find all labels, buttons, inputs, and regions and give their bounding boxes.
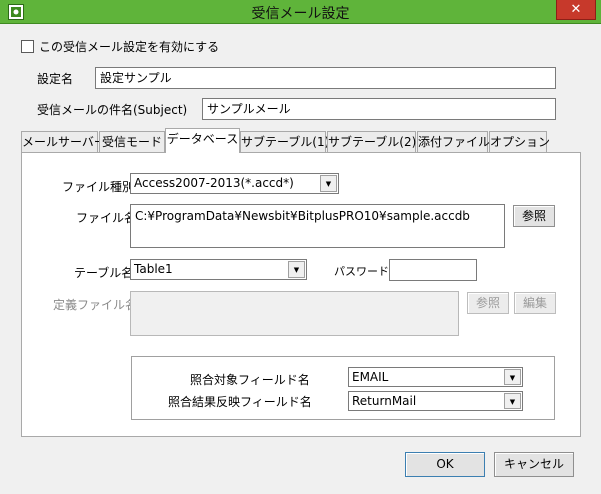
file-type-label: ファイル種別: [62, 180, 135, 194]
enable-checkbox-label[interactable]: この受信メール設定を有効にする: [39, 38, 219, 55]
chevron-down-icon[interactable]: ▼: [504, 369, 521, 385]
match-field-select[interactable]: EMAIL ▼: [348, 367, 523, 387]
result-field-label: 照合結果反映フィールド名: [168, 395, 312, 409]
file-type-select[interactable]: Access2007-2013(*.accd*) ▼: [130, 173, 339, 194]
chevron-down-icon[interactable]: ▼: [288, 261, 305, 278]
file-name-input[interactable]: C:¥ProgramData¥Newsbit¥BitplusPRO10¥samp…: [130, 204, 505, 248]
table-name-label: テーブル名: [74, 266, 134, 280]
table-name-select[interactable]: Table1 ▼: [130, 259, 307, 280]
tab-attachments[interactable]: 添付ファイル: [417, 131, 490, 153]
table-name-value: Table1: [134, 262, 173, 276]
cancel-button[interactable]: キャンセル: [494, 452, 574, 477]
tab-mail-server[interactable]: メールサーバー: [21, 131, 106, 153]
password-input[interactable]: [389, 259, 477, 281]
tab-database[interactable]: データベース: [165, 128, 240, 153]
setting-name-input[interactable]: 設定サンプル: [95, 67, 556, 89]
ok-button[interactable]: OK: [405, 452, 485, 477]
window-title: 受信メール設定: [251, 6, 350, 22]
tab-subtable-2[interactable]: サブテーブル(2): [327, 131, 416, 153]
definition-file-label: 定義ファイル名: [53, 298, 138, 312]
subject-label: 受信メールの件名(Subject): [37, 103, 188, 117]
result-field-select[interactable]: ReturnMail ▼: [348, 391, 523, 411]
tab-options[interactable]: オプション: [489, 131, 550, 153]
result-field-value: ReturnMail: [352, 394, 417, 408]
password-label: パスワード: [334, 265, 389, 278]
close-button[interactable]: ✕: [556, 0, 596, 20]
tab-receive-mode[interactable]: 受信モード: [99, 131, 165, 153]
subject-input[interactable]: サンプルメール: [202, 98, 556, 120]
match-field-label: 照合対象フィールド名: [190, 373, 310, 387]
file-name-label: ファイル名: [76, 211, 137, 225]
tab-subtable-1[interactable]: サブテーブル(1): [240, 131, 329, 153]
match-field-value: EMAIL: [352, 370, 389, 384]
definition-edit-button[interactable]: 編集: [514, 292, 556, 314]
enable-checkbox[interactable]: [21, 40, 34, 53]
chevron-down-icon[interactable]: ▼: [504, 393, 521, 409]
definition-file-input[interactable]: [130, 291, 459, 336]
chevron-down-icon[interactable]: ▼: [320, 175, 337, 192]
file-type-value: Access2007-2013(*.accd*): [134, 176, 294, 190]
setting-name-label: 設定名: [37, 72, 74, 86]
browse-button[interactable]: 参照: [513, 205, 555, 227]
definition-browse-button[interactable]: 参照: [467, 292, 509, 314]
